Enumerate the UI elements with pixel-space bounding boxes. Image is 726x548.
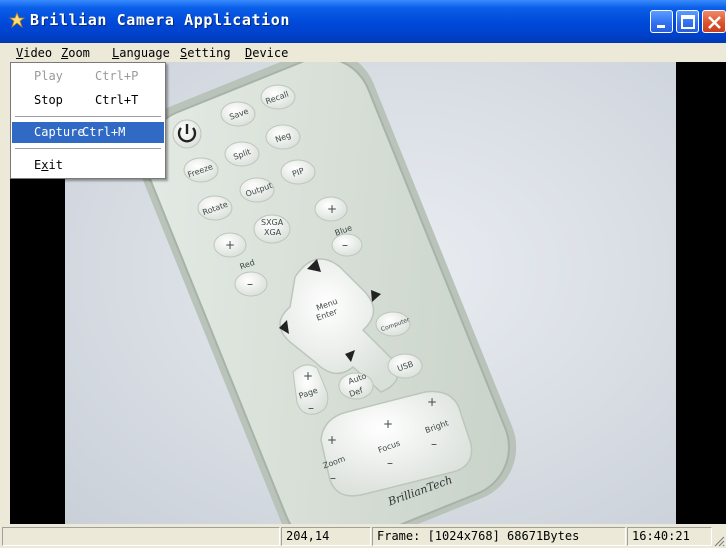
key-sxga: SXGA	[261, 218, 284, 227]
menu-language[interactable]: Language	[112, 45, 170, 61]
menu-zoom[interactable]: Zoom	[61, 45, 90, 61]
menu-bar: Video Zoom Language Setting Device	[0, 43, 726, 62]
status-pane-coordinates: 204,14	[281, 527, 371, 546]
minimize-button[interactable]	[650, 10, 673, 33]
menu-item-exit[interactable]: Exit	[12, 155, 164, 176]
menu-setting[interactable]: Setting	[180, 45, 231, 61]
svg-text:+: +	[427, 395, 437, 409]
svg-text:–: –	[247, 277, 253, 291]
menu-video[interactable]: Video	[16, 45, 52, 61]
svg-text:–: –	[308, 401, 314, 415]
maximize-button[interactable]	[676, 10, 699, 33]
svg-text:+: +	[327, 433, 337, 447]
window-title: Brillian Camera Application	[30, 11, 291, 29]
svg-text:–: –	[330, 471, 336, 485]
resize-grip-icon[interactable]	[713, 535, 725, 547]
title-bar[interactable]: Brillian Camera Application	[0, 0, 726, 43]
status-pane-frame-info: Frame: [1024x768] 68671Bytes	[372, 527, 626, 546]
menu-device[interactable]: Device	[245, 45, 288, 61]
status-bar: 204,14 Frame: [1024x768] 68671Bytes 16:4…	[0, 524, 726, 548]
menu-separator	[15, 148, 161, 149]
status-pane-message	[2, 527, 280, 546]
key-xga: XGA	[264, 228, 282, 237]
status-pane-time: 16:40:21	[627, 527, 712, 546]
svg-text:–: –	[342, 238, 348, 252]
svg-text:+: +	[225, 238, 235, 252]
menu-item-capture[interactable]: Capture Ctrl+M	[12, 122, 164, 143]
video-dropdown-menu: Play Ctrl+P Stop Ctrl+T Capture Ctrl+M E…	[10, 62, 166, 179]
minimize-icon	[657, 25, 665, 28]
app-icon	[8, 11, 26, 29]
app-window: Brillian Camera Application Video Zoom L…	[0, 0, 726, 548]
svg-text:+: +	[383, 417, 393, 431]
close-icon	[708, 16, 721, 29]
menu-item-stop[interactable]: Stop Ctrl+T	[12, 90, 164, 111]
close-button[interactable]	[702, 10, 726, 33]
svg-text:+: +	[303, 369, 313, 383]
svg-text:–: –	[431, 437, 437, 451]
svg-text:–: –	[387, 456, 393, 470]
menu-separator	[15, 116, 161, 117]
maximize-icon	[681, 15, 695, 29]
menu-item-play[interactable]: Play Ctrl+P	[12, 66, 164, 87]
svg-text:+: +	[327, 202, 337, 216]
